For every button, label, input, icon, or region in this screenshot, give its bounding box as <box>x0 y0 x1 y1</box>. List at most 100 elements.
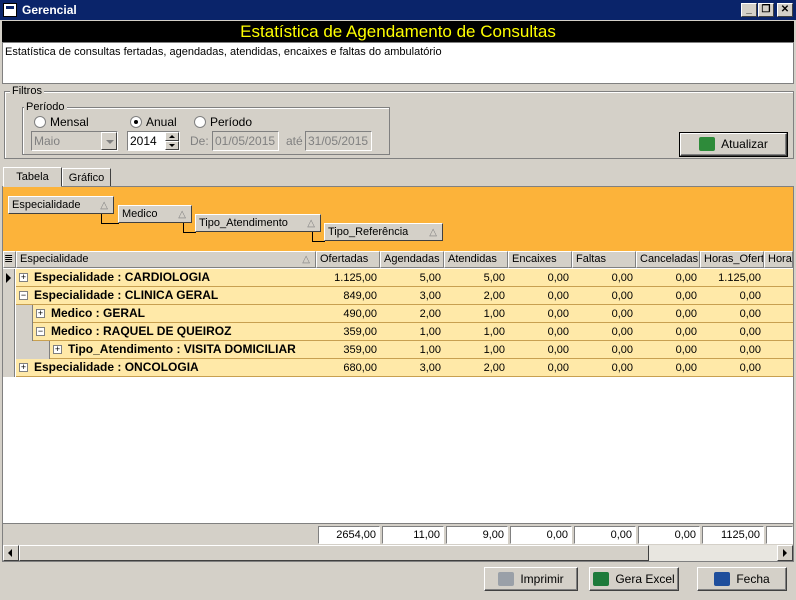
cell-faltas: 0,00 <box>611 308 633 320</box>
radio-periodo[interactable]: Período <box>194 115 252 129</box>
year-spin-buttons[interactable] <box>165 132 179 150</box>
group-row[interactable]: − Especialidade : CLINICA GERAL 849,00 3,00… <box>3 287 793 305</box>
group-row-label: Tipo_Atendimento : VISITA DOMICILIAR <box>68 342 296 356</box>
group-row[interactable]: + Especialidade : CARDIOLOGIA 1.125,00 5,00… <box>3 269 793 287</box>
restore-button[interactable]: ❐ <box>758 3 774 17</box>
header-canceladas[interactable]: Canceladas <box>636 251 700 268</box>
date-from-field[interactable]: 01/05/2015 <box>212 131 279 151</box>
expand-icon[interactable]: + <box>19 363 28 372</box>
cell-atendidas: 1,00 <box>483 308 505 320</box>
group-row-label: Especialidade : ONCOLOGIA <box>34 360 199 374</box>
period-group-label: Período <box>24 101 67 113</box>
radio-anual[interactable]: Anual <box>130 115 177 129</box>
radio-anual-label: Anual <box>146 115 177 129</box>
row-indicator[interactable] <box>3 359 15 377</box>
cell-faltas: 0,00 <box>611 326 633 338</box>
group-row[interactable]: + Tipo_Atendimento : VISITA DOMICILIAR 359… <box>3 341 793 359</box>
header-encaixes[interactable]: Encaixes <box>508 251 572 268</box>
scroll-thumb[interactable] <box>19 545 649 561</box>
minimize-button[interactable]: _ <box>741 3 757 17</box>
header-especialidade[interactable]: Especialidade △ <box>16 251 316 268</box>
radio-periodo-label: Período <box>210 115 253 129</box>
cell-canceladas: 0,00 <box>675 362 697 374</box>
date-to-field[interactable]: 31/05/2015 <box>305 131 372 151</box>
month-select[interactable]: Maio <box>31 131 118 151</box>
scroll-left-icon[interactable] <box>3 545 19 561</box>
cell-atendidas: 2,00 <box>483 362 505 374</box>
group-row[interactable]: − Medico : RAQUEL DE QUEIROZ 359,00 1,00 1,0… <box>3 323 793 341</box>
total-encaixes: 0,00 <box>510 526 572 544</box>
cell-ofertadas: 849,00 <box>343 290 377 302</box>
close-button[interactable]: Fecha <box>697 567 787 591</box>
cell-encaixes: 0,00 <box>547 290 569 302</box>
cell-ofertadas: 680,00 <box>343 362 377 374</box>
tab-tabela[interactable]: Tabela <box>3 167 62 187</box>
sort-triangle-icon: △ <box>429 227 437 238</box>
expand-icon[interactable]: + <box>19 273 28 282</box>
cell-faltas: 0,00 <box>611 344 633 356</box>
refresh-icon <box>699 137 716 151</box>
cell-horas-ofertadas: 0,00 <box>739 362 761 374</box>
cell-agendadas: 1,00 <box>419 344 441 356</box>
window-title: Gerencial <box>22 3 77 17</box>
expand-icon[interactable]: + <box>36 309 45 318</box>
sort-triangle-icon: △ <box>100 200 108 211</box>
group-chip-especialidade[interactable]: Especialidade △ <box>8 196 114 214</box>
cell-faltas: 0,00 <box>611 290 633 302</box>
cell-canceladas: 0,00 <box>675 308 697 320</box>
collapse-icon[interactable]: − <box>19 291 28 300</box>
expand-icon[interactable]: + <box>53 345 62 354</box>
row-indicator[interactable] <box>3 341 15 359</box>
spin-up-icon[interactable] <box>165 132 179 141</box>
excel-button-label: Gera Excel <box>615 572 675 586</box>
header-ofertadas[interactable]: Ofertadas <box>316 251 380 268</box>
total-agendadas: 11,00 <box>382 526 444 544</box>
group-chip-label: Tipo_Atendimento <box>199 217 288 229</box>
group-row[interactable]: + Medico : GERAL 490,00 2,00 1,00 0,00 0,00 0,0… <box>3 305 793 323</box>
group-chip-medico[interactable]: Medico △ <box>118 205 192 223</box>
cell-ofertadas: 1.125,00 <box>334 272 377 284</box>
excel-button[interactable]: Gera Excel <box>589 567 679 591</box>
tab-grafico[interactable]: Gráfico <box>62 168 111 188</box>
header-faltas[interactable]: Faltas <box>572 251 636 268</box>
cell-canceladas: 0,00 <box>675 326 697 338</box>
cell-agendadas: 3,00 <box>419 290 441 302</box>
column-selector-icon[interactable]: ≣ <box>3 251 16 268</box>
radio-periodo-dot[interactable] <box>194 116 206 128</box>
group-row-label: Especialidade : CARDIOLOGIA <box>34 270 211 284</box>
print-button[interactable]: Imprimir <box>484 567 578 591</box>
cell-horas-ofertadas: 0,00 <box>739 290 761 302</box>
chevron-down-icon[interactable] <box>101 132 117 150</box>
radio-anual-dot[interactable] <box>130 116 142 128</box>
row-indicator[interactable] <box>3 287 15 305</box>
group-chip-tipo-atendimento[interactable]: Tipo_Atendimento △ <box>195 214 321 232</box>
refresh-button[interactable]: Atualizar <box>679 132 788 157</box>
scroll-right-icon[interactable] <box>777 545 793 561</box>
header-horas-ofertadas[interactable]: Horas_Ofertadas <box>700 251 764 268</box>
row-indicator[interactable] <box>3 269 15 287</box>
window-app-icon[interactable] <box>3 3 17 17</box>
cell-horas-ofertadas: 0,00 <box>739 344 761 356</box>
header-atendidas[interactable]: Atendidas <box>444 251 508 268</box>
collapse-icon[interactable]: − <box>36 327 45 336</box>
group-row[interactable]: + Especialidade : ONCOLOGIA 680,00 3,00 2,00… <box>3 359 793 377</box>
cell-faltas: 0,00 <box>611 272 633 284</box>
close-window-button[interactable]: ✕ <box>777 3 793 17</box>
header-agendadas[interactable]: Agendadas <box>380 251 444 268</box>
total-ofertadas: 2654,00 <box>318 526 380 544</box>
row-indicator[interactable] <box>3 323 15 341</box>
horizontal-scrollbar[interactable] <box>3 545 793 561</box>
radio-mensal-dot[interactable] <box>34 116 46 128</box>
cell-ofertadas: 359,00 <box>343 326 377 338</box>
group-chip-tipo-referencia[interactable]: Tipo_Referência △ <box>324 223 443 241</box>
cell-encaixes: 0,00 <box>547 326 569 338</box>
group-by-area[interactable]: Especialidade △ Medico △ Tipo_Atendimento △… <box>3 187 793 251</box>
date-from-label: De: <box>190 134 209 148</box>
spin-down-icon[interactable] <box>165 141 179 150</box>
year-spinner[interactable]: 2014 <box>127 131 180 151</box>
cell-horas-ofertadas: 0,00 <box>739 308 761 320</box>
cell-agendadas: 5,00 <box>419 272 441 284</box>
radio-mensal[interactable]: Mensal <box>34 115 89 129</box>
row-indicator[interactable] <box>3 305 15 323</box>
header-horas[interactable]: Horas <box>764 251 793 268</box>
